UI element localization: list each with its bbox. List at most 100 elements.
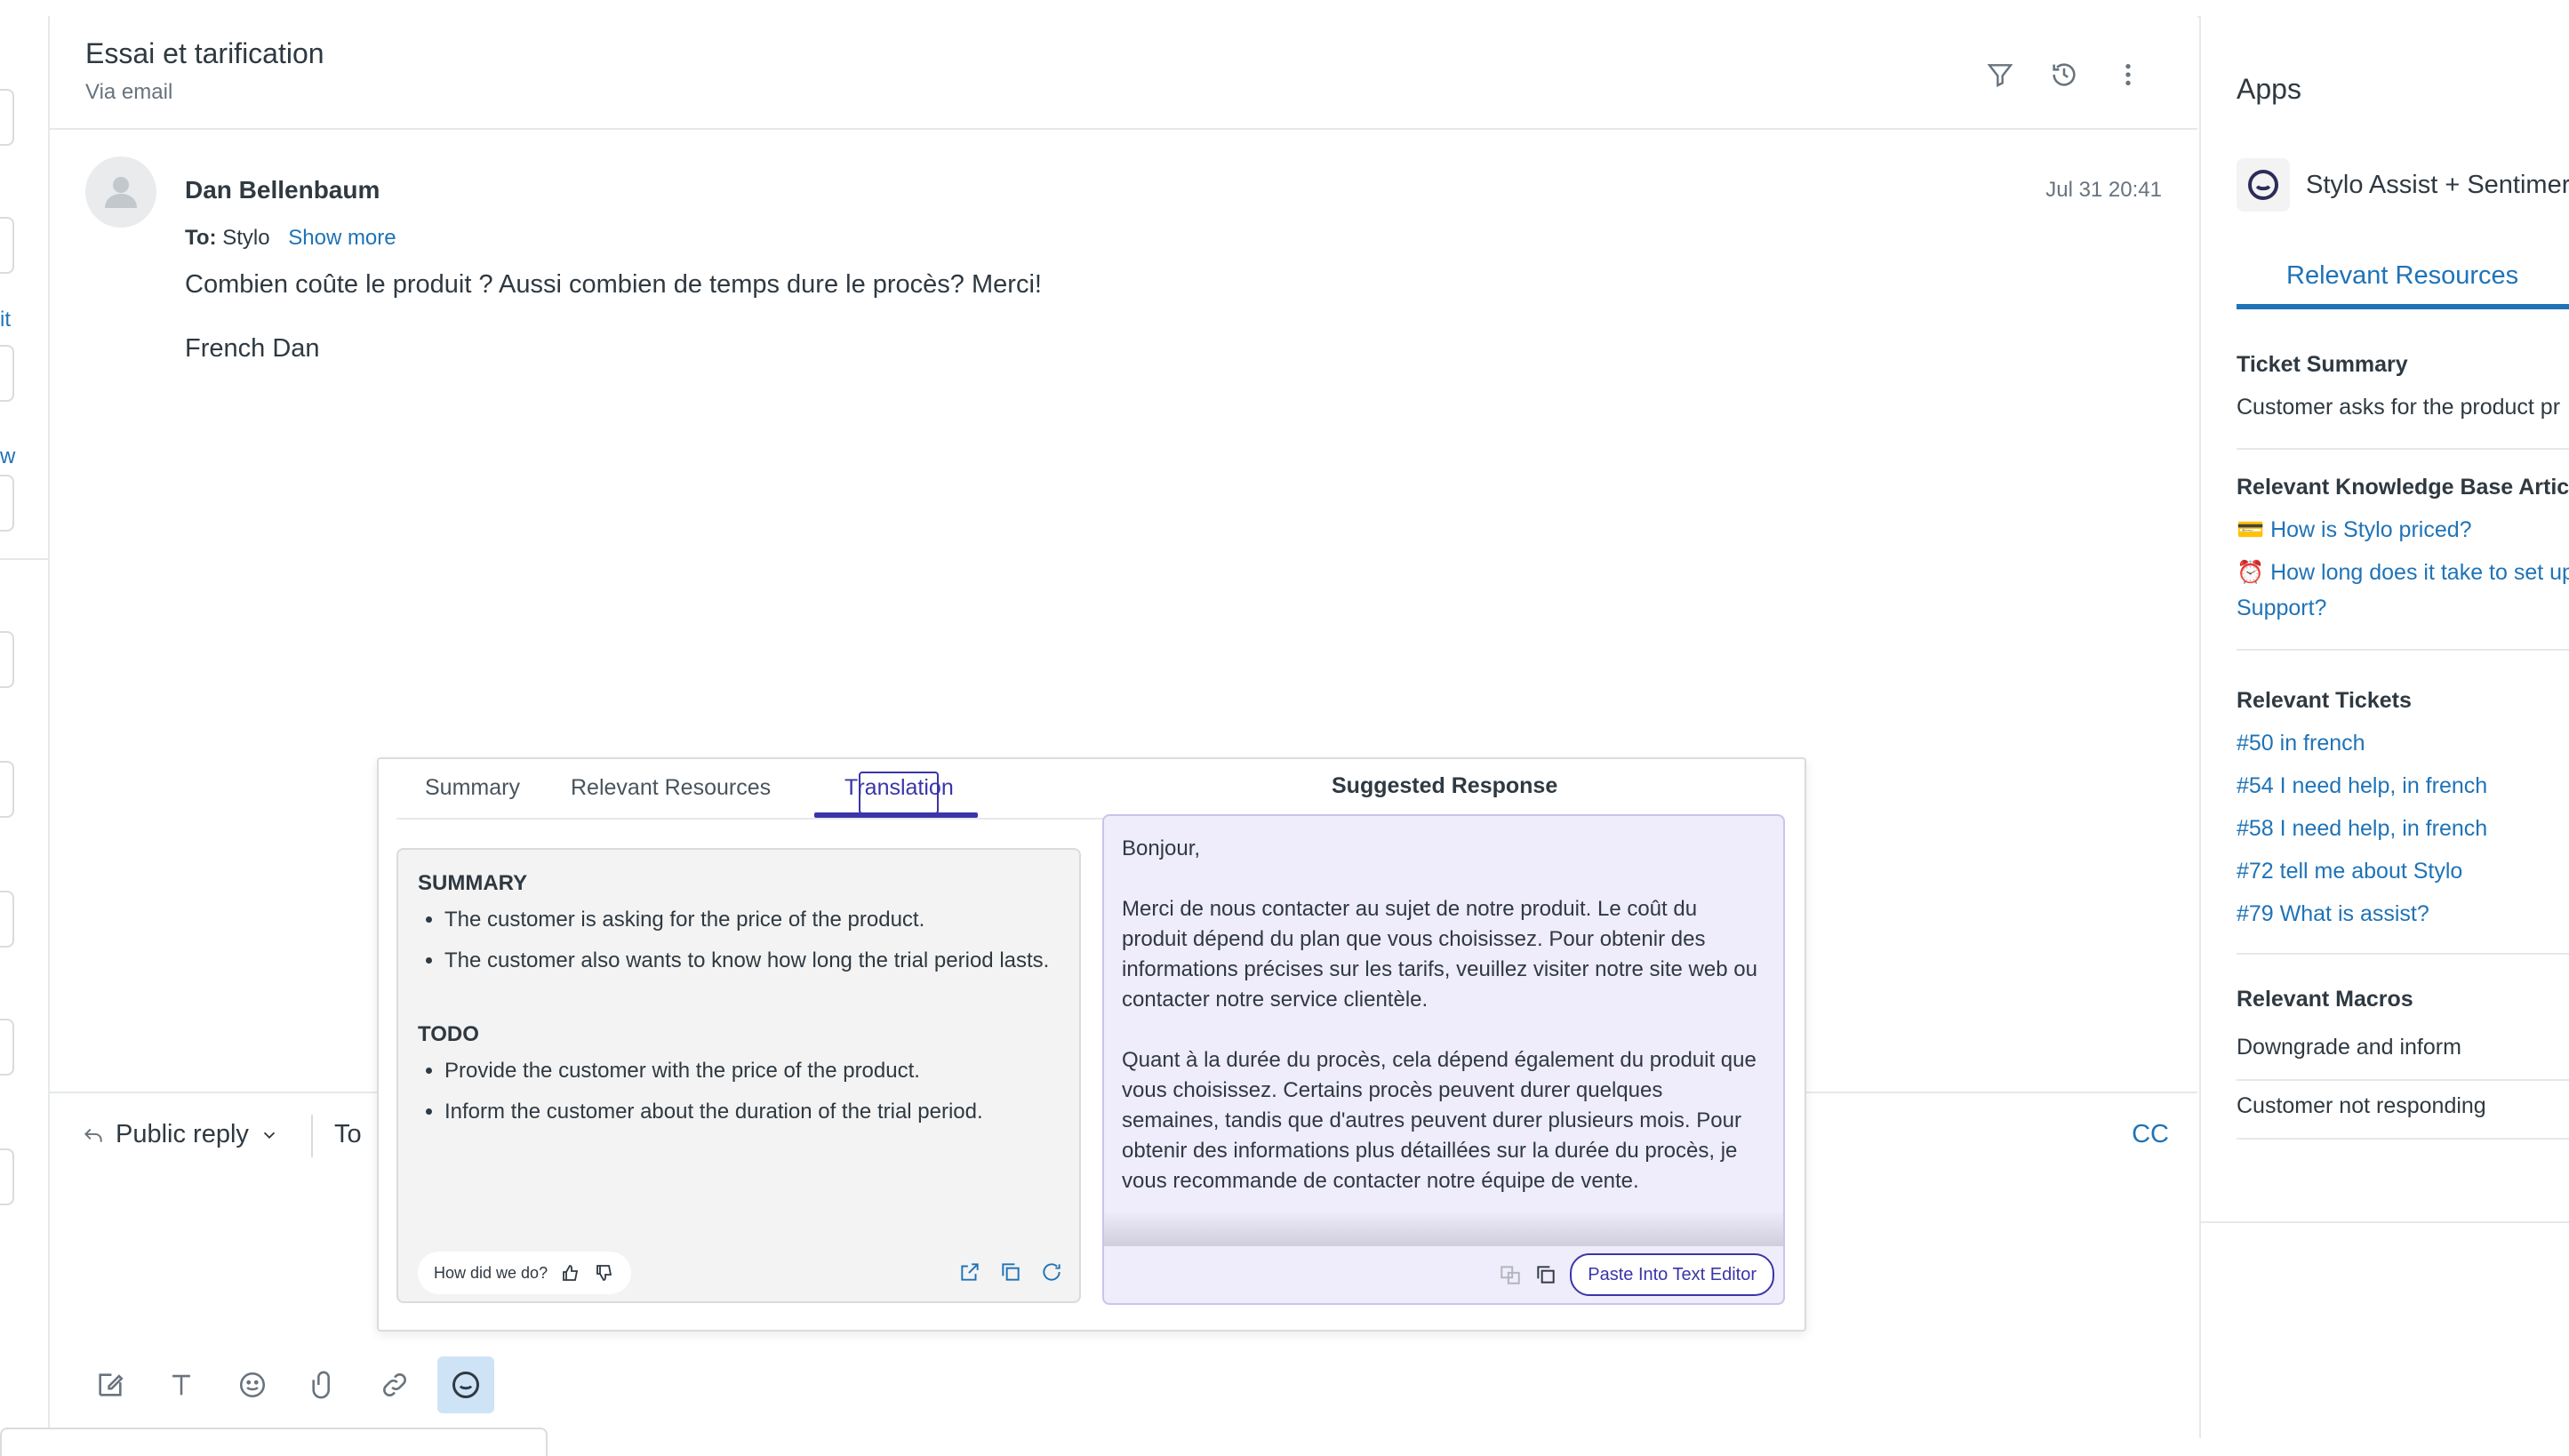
- active-tab-indicator: [2237, 304, 2569, 309]
- summary-panel: SUMMARY The customer is asking for the p…: [396, 848, 1081, 1303]
- app-header: Stylo Assist + Sentimer: [2237, 158, 2569, 212]
- ticket-header: Essai et tarification Via email: [50, 16, 2197, 130]
- history-icon[interactable]: [2045, 55, 2084, 94]
- ticket-summary-heading: Ticket Summary: [2237, 352, 2408, 377]
- thumbs-up-icon[interactable]: [560, 1262, 581, 1284]
- apps-panel: Apps Stylo Assist + Sentimer Relevant Re…: [2199, 16, 2569, 1438]
- copy-icon[interactable]: [1534, 1263, 1557, 1286]
- chevron-down-icon: [263, 1132, 276, 1139]
- divider: [2237, 649, 2569, 651]
- tab-summary[interactable]: Summary: [425, 775, 520, 801]
- divider: [0, 558, 48, 560]
- ticket-link[interactable]: #79 What is assist?: [2237, 901, 2429, 927]
- copy-icon[interactable]: [999, 1260, 1022, 1284]
- relevant-macros-heading: Relevant Macros: [2237, 987, 2413, 1012]
- divider: [2201, 1221, 2569, 1223]
- left-link[interactable]: it: [0, 308, 11, 332]
- recipient-line: To: Stylo Show more: [185, 226, 396, 251]
- list-item: The customer is asking for the price of …: [444, 905, 1084, 935]
- text-format-icon[interactable]: [153, 1356, 210, 1413]
- left-field[interactable]: [0, 761, 14, 818]
- app-name: Stylo Assist + Sentimer: [2306, 170, 2569, 199]
- apps-title: Apps: [2237, 73, 2301, 105]
- ticket-summary-text: Customer asks for the product pr: [2237, 395, 2561, 420]
- active-tab-indicator: [814, 812, 978, 818]
- paste-into-editor-button[interactable]: Paste Into Text Editor: [1570, 1253, 1774, 1296]
- left-field[interactable]: [0, 891, 14, 948]
- stylo-app-icon[interactable]: [437, 1356, 494, 1413]
- stylo-assist-popover: Summary Relevant Resources Translation S…: [377, 757, 1806, 1332]
- ticket-channel: Via email: [85, 80, 173, 104]
- ticket-title: Essai et tarification: [85, 37, 324, 69]
- divider: [2237, 1079, 2569, 1081]
- scroll-fade: [1104, 1211, 1783, 1246]
- top-bar: [0, 0, 2569, 18]
- message-signature: French Dan: [185, 334, 320, 363]
- filter-icon[interactable]: [1981, 55, 2020, 94]
- message-time: Jul 31 20:41: [2045, 178, 2162, 202]
- left-field[interactable]: [0, 475, 14, 532]
- message-body: Combien coûte le produit ? Aussi combien…: [185, 270, 1042, 299]
- link-icon[interactable]: [366, 1356, 423, 1413]
- to-field-label: To: [334, 1120, 362, 1148]
- divider: [311, 1115, 313, 1157]
- suggested-response-text: Bonjour, Merci de nous contacter au suje…: [1122, 836, 1757, 1193]
- macro-item[interactable]: Downgrade and inform: [2237, 1035, 2461, 1060]
- divider: [2237, 953, 2569, 955]
- translate-icon[interactable]: [1499, 1263, 1522, 1286]
- relevant-tickets-heading: Relevant Tickets: [2237, 688, 2412, 713]
- reply-type-selector[interactable]: Public reply: [82, 1120, 279, 1149]
- feedback-pill: How did we do?: [418, 1252, 632, 1294]
- list-item: Provide the customer with the price of t…: [444, 1056, 1084, 1086]
- ticket-link[interactable]: #54 I need help, in french: [2237, 773, 2487, 799]
- todo-list: Provide the customer with the price of t…: [418, 1056, 1084, 1138]
- suggested-response-panel: Bonjour, Merci de nous contacter au suje…: [1102, 814, 1785, 1305]
- list-item: The customer also wants to know how long…: [444, 946, 1084, 976]
- summary-heading: SUMMARY: [418, 871, 528, 895]
- left-field[interactable]: [0, 631, 14, 688]
- left-field[interactable]: [0, 345, 14, 402]
- summary-actions: [958, 1260, 1063, 1284]
- open-external-icon[interactable]: [958, 1260, 981, 1284]
- refresh-icon[interactable]: [1040, 1260, 1063, 1284]
- kb-heading: Relevant Knowledge Base Artic: [2237, 475, 2569, 500]
- attachment-icon[interactable]: [295, 1356, 352, 1413]
- popover-tabs: Summary Relevant Resources Translation: [396, 759, 1104, 820]
- to-label: To:: [185, 226, 217, 250]
- edit-icon[interactable]: [82, 1356, 139, 1413]
- stylo-logo-icon: [2237, 158, 2290, 212]
- macro-item[interactable]: Customer not responding: [2237, 1093, 2486, 1119]
- emoji-icon[interactable]: [224, 1356, 281, 1413]
- left-field[interactable]: [0, 1019, 14, 1076]
- feedback-label: How did we do?: [434, 1263, 548, 1282]
- left-link[interactable]: w: [0, 444, 15, 469]
- left-field[interactable]: [0, 1148, 14, 1205]
- thumbs-down-icon[interactable]: [594, 1262, 615, 1284]
- left-field[interactable]: [0, 89, 14, 146]
- divider: [2237, 1138, 2569, 1140]
- left-field[interactable]: [0, 217, 14, 274]
- cc-button[interactable]: CC: [2132, 1120, 2169, 1149]
- tab-focus-ring: [859, 772, 939, 814]
- kb-article-link-continued[interactable]: Support?: [2237, 596, 2326, 621]
- ticket-link[interactable]: #72 tell me about Stylo: [2237, 859, 2462, 884]
- ticket-link[interactable]: #58 I need help, in french: [2237, 816, 2487, 842]
- todo-heading: TODO: [418, 1022, 479, 1046]
- more-vertical-icon[interactable]: [2109, 55, 2148, 94]
- sender-name: Dan Bellenbaum: [185, 176, 380, 204]
- ticket-link[interactable]: #50 in french: [2237, 731, 2365, 756]
- reply-arrow-icon: [84, 1128, 102, 1142]
- composer-toolbar: [82, 1356, 494, 1413]
- bottom-fragment: [0, 1428, 548, 1456]
- tab-relevant-resources[interactable]: Relevant Resources: [571, 775, 771, 801]
- kb-article-link[interactable]: 💳 How is Stylo priced?: [2237, 517, 2472, 543]
- reply-type-label: Public reply: [116, 1120, 249, 1148]
- to-value: Stylo: [222, 226, 270, 250]
- list-item: Inform the customer about the duration o…: [444, 1097, 1084, 1127]
- tab-relevant-resources[interactable]: Relevant Resources: [2286, 261, 2518, 291]
- avatar: [85, 156, 156, 228]
- suggested-response-actions: Paste Into Text Editor: [1499, 1253, 1774, 1296]
- show-more-link[interactable]: Show more: [288, 226, 396, 250]
- summary-list: The customer is asking for the price of …: [418, 905, 1084, 987]
- kb-article-link[interactable]: ⏰ How long does it take to set up: [2237, 560, 2569, 586]
